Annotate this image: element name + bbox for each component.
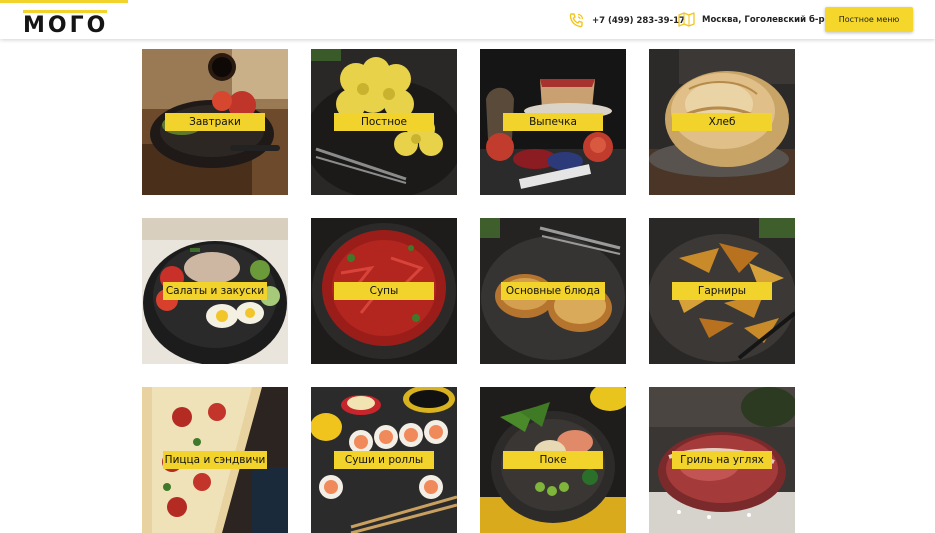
phone-contact[interactable]: +7 (499) 283-39-17: [568, 12, 685, 29]
category-label: Поке: [503, 451, 603, 469]
logo-text: МОГОЛЬ: [23, 13, 107, 36]
category-tile-bread[interactable]: Хлеб: [649, 49, 795, 195]
category-label: Выпечка: [503, 113, 603, 131]
category-tile-soups[interactable]: Супы: [311, 218, 457, 364]
category-tile-lenten[interactable]: Постное: [311, 49, 457, 195]
site-logo[interactable]: МОГОЛЬ: [23, 5, 107, 35]
category-label: Супы: [334, 282, 434, 300]
category-tile-pastry[interactable]: Выпечка: [480, 49, 626, 195]
category-grid: Завтраки Постное Выпечка Хлеб Салаты и з…: [142, 49, 795, 533]
phone-number[interactable]: +7 (499) 283-39-17: [592, 16, 685, 26]
header-accent-bar: [0, 0, 128, 3]
category-tile-poke[interactable]: Поке: [480, 387, 626, 533]
category-tile-salads[interactable]: Салаты и закуски: [142, 218, 288, 364]
category-label: Салаты и закуски: [163, 282, 267, 300]
map-icon: [678, 12, 695, 27]
site-header: МОГОЛЬ +7 (499) 283-39-17 Москва, Гоголе…: [0, 0, 935, 39]
category-label: Гарниры: [672, 282, 772, 300]
category-label: Постное: [334, 113, 434, 131]
category-tile-sushi[interactable]: Суши и роллы: [311, 387, 457, 533]
category-tile-sides[interactable]: Гарниры: [649, 218, 795, 364]
category-label: Основные блюда: [501, 282, 605, 300]
category-label: Гриль на углях: [672, 451, 772, 469]
category-tile-breakfast[interactable]: Завтраки: [142, 49, 288, 195]
category-tile-main-dishes[interactable]: Основные блюда: [480, 218, 626, 364]
category-label: Пицца и сэндвичи: [163, 451, 267, 469]
lenten-menu-button[interactable]: Постное меню: [825, 7, 913, 32]
category-label: Суши и роллы: [334, 451, 434, 469]
phone-icon: [568, 12, 585, 29]
category-label: Завтраки: [165, 113, 265, 131]
category-tile-pizza[interactable]: Пицца и сэндвичи: [142, 387, 288, 533]
address-contact[interactable]: Москва, Гоголевский б-р., 19: [678, 12, 846, 27]
category-tile-grill[interactable]: Гриль на углях: [649, 387, 795, 533]
category-label: Хлеб: [672, 113, 772, 131]
